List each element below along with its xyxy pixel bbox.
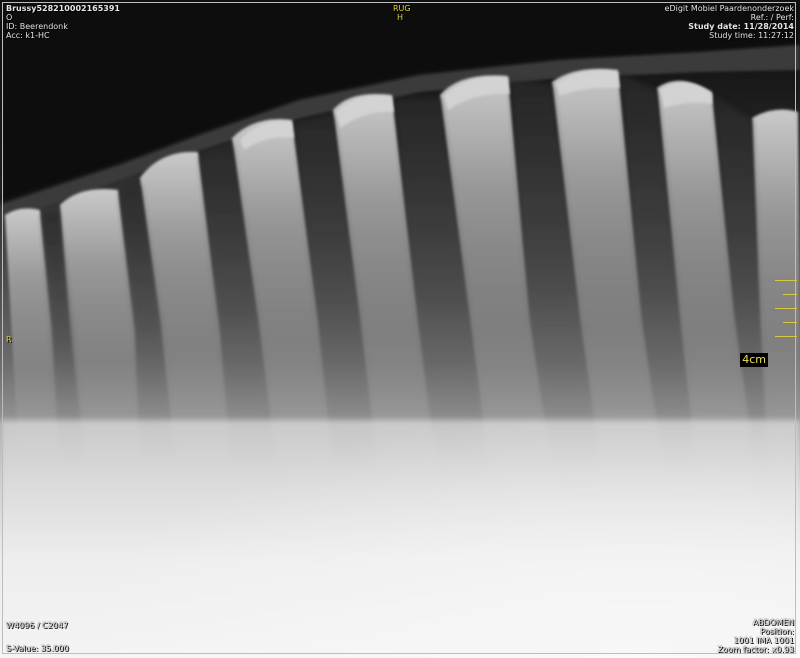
window-info: W4096 / C2047 S-Value: 35.000 [6, 621, 69, 653]
scale-label: 4cm [740, 353, 768, 367]
orientation-top-label: RUG [393, 4, 411, 13]
ruler-tick [783, 322, 797, 323]
orientation-top-sub: H [396, 13, 403, 22]
image-number: 1001 IMA 1001 [733, 636, 794, 645]
ruler-tick [783, 294, 797, 295]
study-info: eDigit Mobiel Paardenonderzoek Ref.: / P… [665, 4, 794, 40]
image-info: ABDOMEN Position: 1001 IMA 1001 Zoom fac… [717, 618, 794, 654]
ruler-tick [775, 336, 797, 337]
patient-line2: O [6, 13, 13, 22]
xray-image [0, 0, 800, 658]
patient-info: Brussy528210002165391 O ID: Beerendonk A… [6, 4, 120, 40]
body-part: ABDOMEN [752, 618, 794, 627]
ruler-tick [775, 280, 797, 281]
patient-name: Brussy528210002165391 [6, 4, 120, 13]
study-date: Study date: 11/28/2014 [688, 22, 794, 31]
patient-id: ID: Beerendonk [6, 22, 68, 31]
xray-viewer[interactable]: Brussy528210002165391 O ID: Beerendonk A… [0, 0, 800, 658]
zoom-factor: Zoom factor: x0.93 [717, 645, 794, 654]
ruler-tick [775, 308, 797, 309]
study-time: Study time: 11:27:12 [709, 31, 794, 40]
referring-physician: Ref.: / Perf: [750, 13, 794, 22]
accession-number: Acc: k1-HC [6, 31, 50, 40]
orientation-left: R [6, 335, 12, 344]
window-level: W4096 / C2047 [6, 621, 68, 630]
s-value: S-Value: 35.000 [6, 644, 69, 653]
orientation-top: RUG H [393, 4, 411, 22]
institution-name: eDigit Mobiel Paardenonderzoek [664, 4, 794, 13]
position-label: Position: [760, 627, 794, 636]
scale-ruler [773, 280, 797, 338]
